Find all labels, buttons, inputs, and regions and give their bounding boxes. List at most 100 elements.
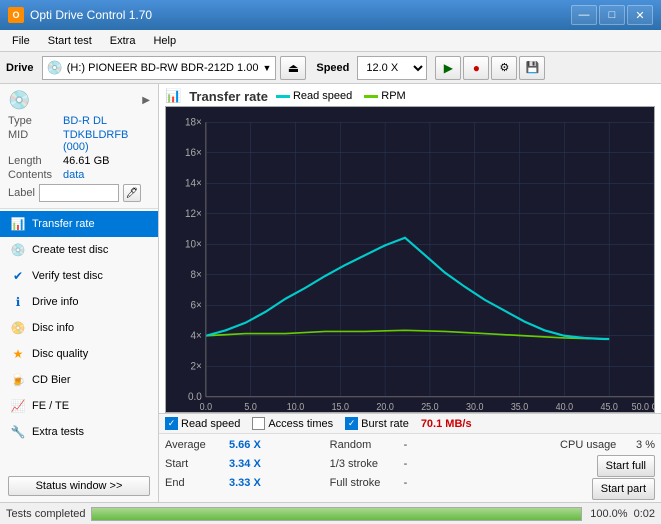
type-label: Type <box>8 115 63 127</box>
create-test-disc-icon: 💿 <box>10 242 26 258</box>
svg-text:14×: 14× <box>185 178 202 189</box>
sidebar: 💿 ▶ Type BD-R DL MID TDKBLDRFB (000) Len… <box>0 84 159 502</box>
start-part-button[interactable]: Start part <box>592 478 655 500</box>
chart-area: 18× 16× 14× 12× 10× 8× 6× 4× 2× 0.0 <box>165 106 655 413</box>
record-button[interactable]: ● <box>463 56 489 80</box>
status-bar: Tests completed 100.0% 0:02 <box>0 502 661 524</box>
svg-text:20.0: 20.0 <box>376 400 393 411</box>
verify-test-disc-label: Verify test disc <box>32 270 103 282</box>
start-full-button[interactable]: Start full <box>597 455 655 477</box>
nav-fe-te[interactable]: 📈 FE / TE <box>0 393 158 419</box>
drive-value: (H:) PIONEER BD-RW BDR-212D 1.00 <box>67 62 259 74</box>
end-label: End <box>165 477 225 489</box>
svg-text:25.0: 25.0 <box>421 400 438 411</box>
drive-dropdown-arrow: ▼ <box>262 63 271 73</box>
svg-text:4×: 4× <box>191 331 202 342</box>
contents-value: data <box>63 169 84 181</box>
drive-icon: 💿 <box>47 60 63 76</box>
access-times-cb-box <box>252 417 265 430</box>
menu-file[interactable]: File <box>4 33 38 49</box>
disc-expand-arrow[interactable]: ▶ <box>142 95 150 106</box>
access-times-checkbox[interactable]: Access times <box>252 417 333 430</box>
stats-middle: Random - 1/3 stroke - Full stroke - <box>330 436 491 500</box>
mid-value: TDKBLDRFB (000) <box>63 129 150 153</box>
maximize-button[interactable]: □ <box>599 5 625 25</box>
one-third-stroke-value: - <box>404 458 408 470</box>
eject-button[interactable]: ⏏ <box>280 56 306 80</box>
status-text: Tests completed <box>6 508 85 520</box>
length-value: 46.61 GB <box>63 155 109 167</box>
extra-tests-icon: 🔧 <box>10 424 26 440</box>
progress-container <box>91 507 581 521</box>
svg-text:6×: 6× <box>191 300 202 311</box>
menu-start-test[interactable]: Start test <box>40 33 100 49</box>
elapsed-time: 0:02 <box>634 508 655 520</box>
disc-info-panel: 💿 ▶ Type BD-R DL MID TDKBLDRFB (000) Len… <box>0 84 158 209</box>
menu-help[interactable]: Help <box>145 33 184 49</box>
burst-rate-cb-label: Burst rate <box>361 418 409 430</box>
cpu-usage-label: CPU usage <box>560 439 630 451</box>
drive-info-label: Drive info <box>32 296 78 308</box>
progress-bar <box>92 508 580 520</box>
checkboxes-row: ✓ Read speed Access times ✓ Burst rate 7… <box>159 413 661 433</box>
svg-text:35.0: 35.0 <box>511 400 528 411</box>
burst-rate-checkbox[interactable]: ✓ Burst rate <box>345 417 409 430</box>
svg-text:45.0: 45.0 <box>600 400 617 411</box>
rpm-legend-dot <box>364 95 378 98</box>
title-bar: O Opti Drive Control 1.70 — □ ✕ <box>0 0 661 30</box>
speed-label: Speed <box>316 62 349 74</box>
nav-extra-tests[interactable]: 🔧 Extra tests <box>0 419 158 445</box>
type-value: BD-R DL <box>63 115 107 127</box>
read-speed-checkbox[interactable]: ✓ Read speed <box>165 417 240 430</box>
settings-button[interactable]: ⚙ <box>491 56 517 80</box>
stats-left: Average 5.66 X Start 3.34 X End 3.33 X <box>165 436 326 500</box>
nav-disc-quality[interactable]: ★ Disc quality <box>0 341 158 367</box>
status-window-button[interactable]: Status window >> <box>8 476 150 496</box>
svg-text:50.0 GB: 50.0 GB <box>632 400 654 411</box>
mid-label: MID <box>8 129 63 153</box>
disc-large-icon: 💿 <box>8 90 30 111</box>
transfer-rate-icon: 📊 <box>10 216 26 232</box>
chart-container: 📊 Transfer rate Read speed RPM <box>159 84 661 413</box>
nav-verify-test-disc[interactable]: ✔ Verify test disc <box>0 263 158 289</box>
nav-create-test-disc[interactable]: 💿 Create test disc <box>0 237 158 263</box>
label-icon-btn[interactable]: 🖊 <box>123 184 141 202</box>
full-stroke-label: Full stroke <box>330 477 400 489</box>
fe-te-label: FE / TE <box>32 400 69 412</box>
play-button[interactable]: ▶ <box>435 56 461 80</box>
one-third-stroke-label: 1/3 stroke <box>330 458 400 470</box>
speed-select[interactable]: 12.0 X Max 2.0 X 4.0 X 6.0 X 8.0 X 10.0 … <box>357 56 427 80</box>
drive-label: Drive <box>6 62 34 74</box>
menu-bar: File Start test Extra Help <box>0 30 661 52</box>
transfer-rate-label: Transfer rate <box>32 218 95 230</box>
nav-cd-bier[interactable]: 🍺 CD Bier <box>0 367 158 393</box>
disc-quality-label: Disc quality <box>32 348 88 360</box>
average-value: 5.66 X <box>229 439 265 451</box>
read-speed-legend-dot <box>276 95 290 98</box>
nav-drive-info[interactable]: ℹ Drive info <box>0 289 158 315</box>
chart-title-icon: 📊 <box>165 88 181 104</box>
extra-tests-label: Extra tests <box>32 426 84 438</box>
average-label: Average <box>165 439 225 451</box>
svg-text:8×: 8× <box>191 270 202 281</box>
svg-text:0.0: 0.0 <box>200 400 212 411</box>
svg-text:16×: 16× <box>185 148 202 159</box>
read-speed-cb-box: ✓ <box>165 417 178 430</box>
access-times-cb-label: Access times <box>268 418 333 430</box>
drive-select-box[interactable]: 💿 (H:) PIONEER BD-RW BDR-212D 1.00 ▼ <box>42 56 277 80</box>
create-test-disc-label: Create test disc <box>32 244 108 256</box>
label-input[interactable] <box>39 184 119 202</box>
disc-quality-icon: ★ <box>10 346 26 362</box>
save-button[interactable]: 💾 <box>519 56 545 80</box>
burst-rate-value: 70.1 MB/s <box>421 418 472 430</box>
nav-disc-info[interactable]: 📀 Disc info <box>0 315 158 341</box>
read-speed-legend-label: Read speed <box>293 90 352 102</box>
chart-title: Transfer rate <box>189 89 268 104</box>
close-button[interactable]: ✕ <box>627 5 653 25</box>
nav-transfer-rate[interactable]: 📊 Transfer rate <box>0 211 158 237</box>
minimize-button[interactable]: — <box>571 5 597 25</box>
menu-extra[interactable]: Extra <box>102 33 144 49</box>
svg-text:30.0: 30.0 <box>466 400 483 411</box>
stats-right: CPU usage 3 % Start full Start part <box>494 436 655 500</box>
read-speed-cb-label: Read speed <box>181 418 240 430</box>
